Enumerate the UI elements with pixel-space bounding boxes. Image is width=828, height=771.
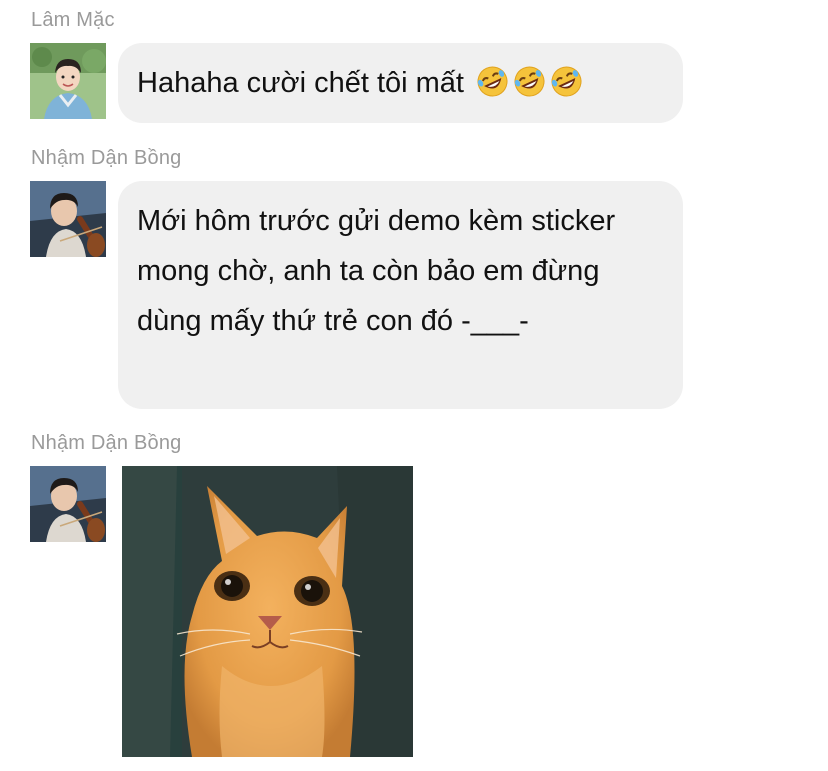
rolling-on-floor-laughing-icon [476, 64, 509, 97]
sender-name: Nhậm Dận Bồng [31, 147, 182, 169]
avatar[interactable] [30, 43, 106, 119]
rolling-on-floor-laughing-icon [550, 64, 583, 97]
message-text: Mới hôm trước gửi demo kèm sticker mong … [137, 205, 624, 337]
message-text: Hahaha cười chết tôi mất [137, 67, 464, 99]
sticker-image[interactable] [122, 466, 413, 757]
avatar-cellist-icon [30, 466, 106, 542]
avatar[interactable] [30, 466, 106, 542]
sender-name: Lâm Mặc [31, 9, 115, 31]
avatar[interactable] [30, 181, 106, 257]
message-bubble[interactable]: Hahaha cười chết tôi mất [118, 43, 683, 123]
rolling-on-floor-laughing-icon [513, 64, 546, 97]
sender-name: Nhậm Dận Bồng [31, 432, 182, 454]
avatar-cellist-icon [30, 181, 106, 257]
avatar-boy-blue-shirt-icon [30, 43, 106, 119]
grumpy-cat-peeking-sticker-icon [122, 466, 413, 757]
message-bubble[interactable]: Mới hôm trước gửi demo kèm sticker mong … [118, 181, 683, 409]
